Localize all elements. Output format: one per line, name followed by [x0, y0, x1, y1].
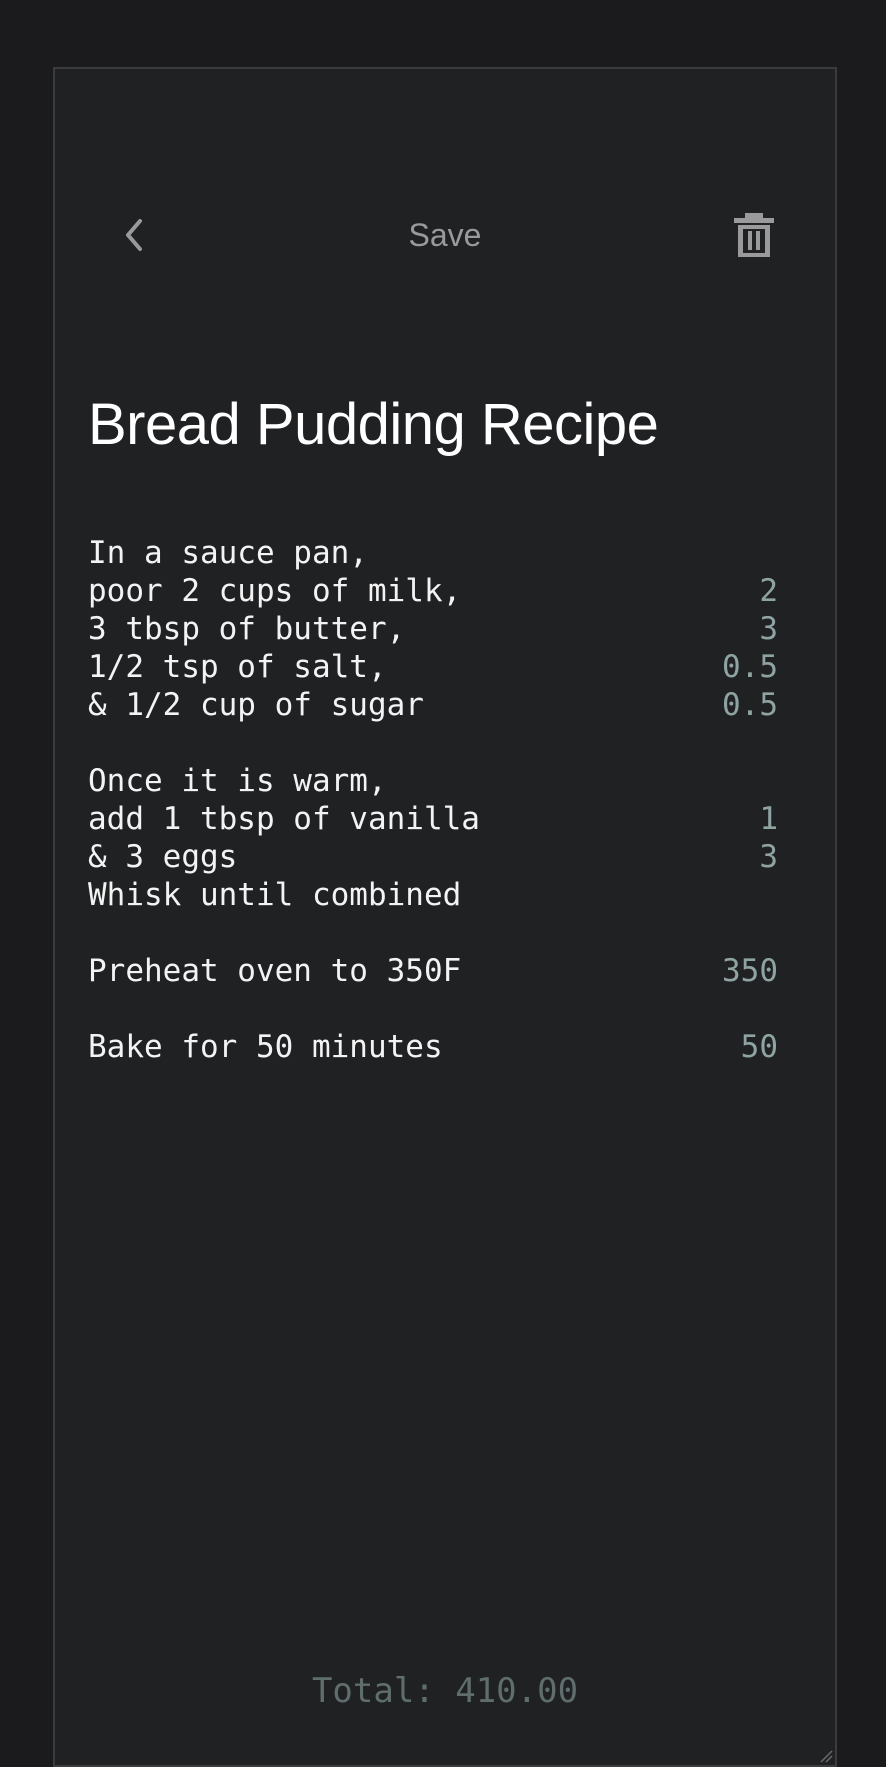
note-line[interactable]: add 1 tbsp of vanilla 1 — [88, 800, 778, 838]
note-line-text: Preheat oven to 350F — [88, 953, 462, 989]
blank-line[interactable] — [88, 724, 778, 762]
note-line[interactable]: 3 tbsp of butter, 3 — [88, 610, 778, 648]
note-line[interactable]: poor 2 cups of milk, 2 — [88, 572, 778, 610]
note-line-text: In a sauce pan, — [88, 535, 368, 571]
note-line[interactable]: Preheat oven to 350F 350 — [88, 952, 778, 990]
note-line[interactable]: Whisk until combined — [88, 876, 778, 914]
note-line-text: Once it is warm, — [88, 763, 387, 799]
line-result: 1 — [759, 801, 778, 837]
note-line-text: add 1 tbsp of vanilla — [88, 801, 480, 837]
note-line[interactable]: Bake for 50 minutes 50 — [88, 1028, 778, 1066]
total-display: Total: 410.00 — [311, 1671, 579, 1711]
note-line-text: & 3 eggs — [88, 839, 238, 875]
line-result: 50 — [740, 1029, 778, 1065]
editor-header: Save — [55, 69, 835, 257]
note-line[interactable]: & 3 eggs 3 — [88, 838, 778, 876]
note-line[interactable]: In a sauce pan, — [88, 534, 778, 572]
note-editor: Save Bread Pudding Recipe In a sauce pan… — [53, 67, 837, 1767]
line-result: 0.5 — [722, 687, 778, 723]
note-line-text: poor 2 cups of milk, — [88, 573, 462, 609]
note-line-text: 3 tbsp of butter, — [88, 611, 406, 647]
line-result: 350 — [722, 953, 778, 989]
note-body[interactable]: In a sauce pan, poor 2 cups of milk, 2 3 tb… — [88, 534, 778, 1066]
line-result: 0.5 — [722, 649, 778, 685]
note-line[interactable]: Once it is warm, — [88, 762, 778, 800]
note-line[interactable]: & 1/2 cup of sugar 0.5 — [88, 686, 778, 724]
trash-icon — [734, 213, 774, 257]
save-button-label: Save — [408, 217, 482, 253]
line-result: 3 — [759, 611, 778, 647]
note-line-text: Whisk until combined — [88, 877, 462, 913]
note-line-text: Bake for 50 minutes — [88, 1029, 443, 1065]
note-line-text: & 1/2 cup of sugar — [88, 687, 424, 723]
note-line[interactable]: 1/2 tsp of salt, 0.5 — [88, 648, 778, 686]
blank-line[interactable] — [88, 990, 778, 1028]
line-result: 3 — [759, 839, 778, 875]
save-button[interactable]: Save — [55, 217, 835, 254]
blank-line[interactable] — [88, 914, 778, 952]
note-title[interactable]: Bread Pudding Recipe — [88, 391, 659, 458]
note-line-text: 1/2 tsp of salt, — [88, 649, 387, 685]
delete-button[interactable] — [731, 211, 777, 259]
resize-handle-icon[interactable] — [819, 1749, 833, 1763]
line-result: 2 — [759, 573, 778, 609]
